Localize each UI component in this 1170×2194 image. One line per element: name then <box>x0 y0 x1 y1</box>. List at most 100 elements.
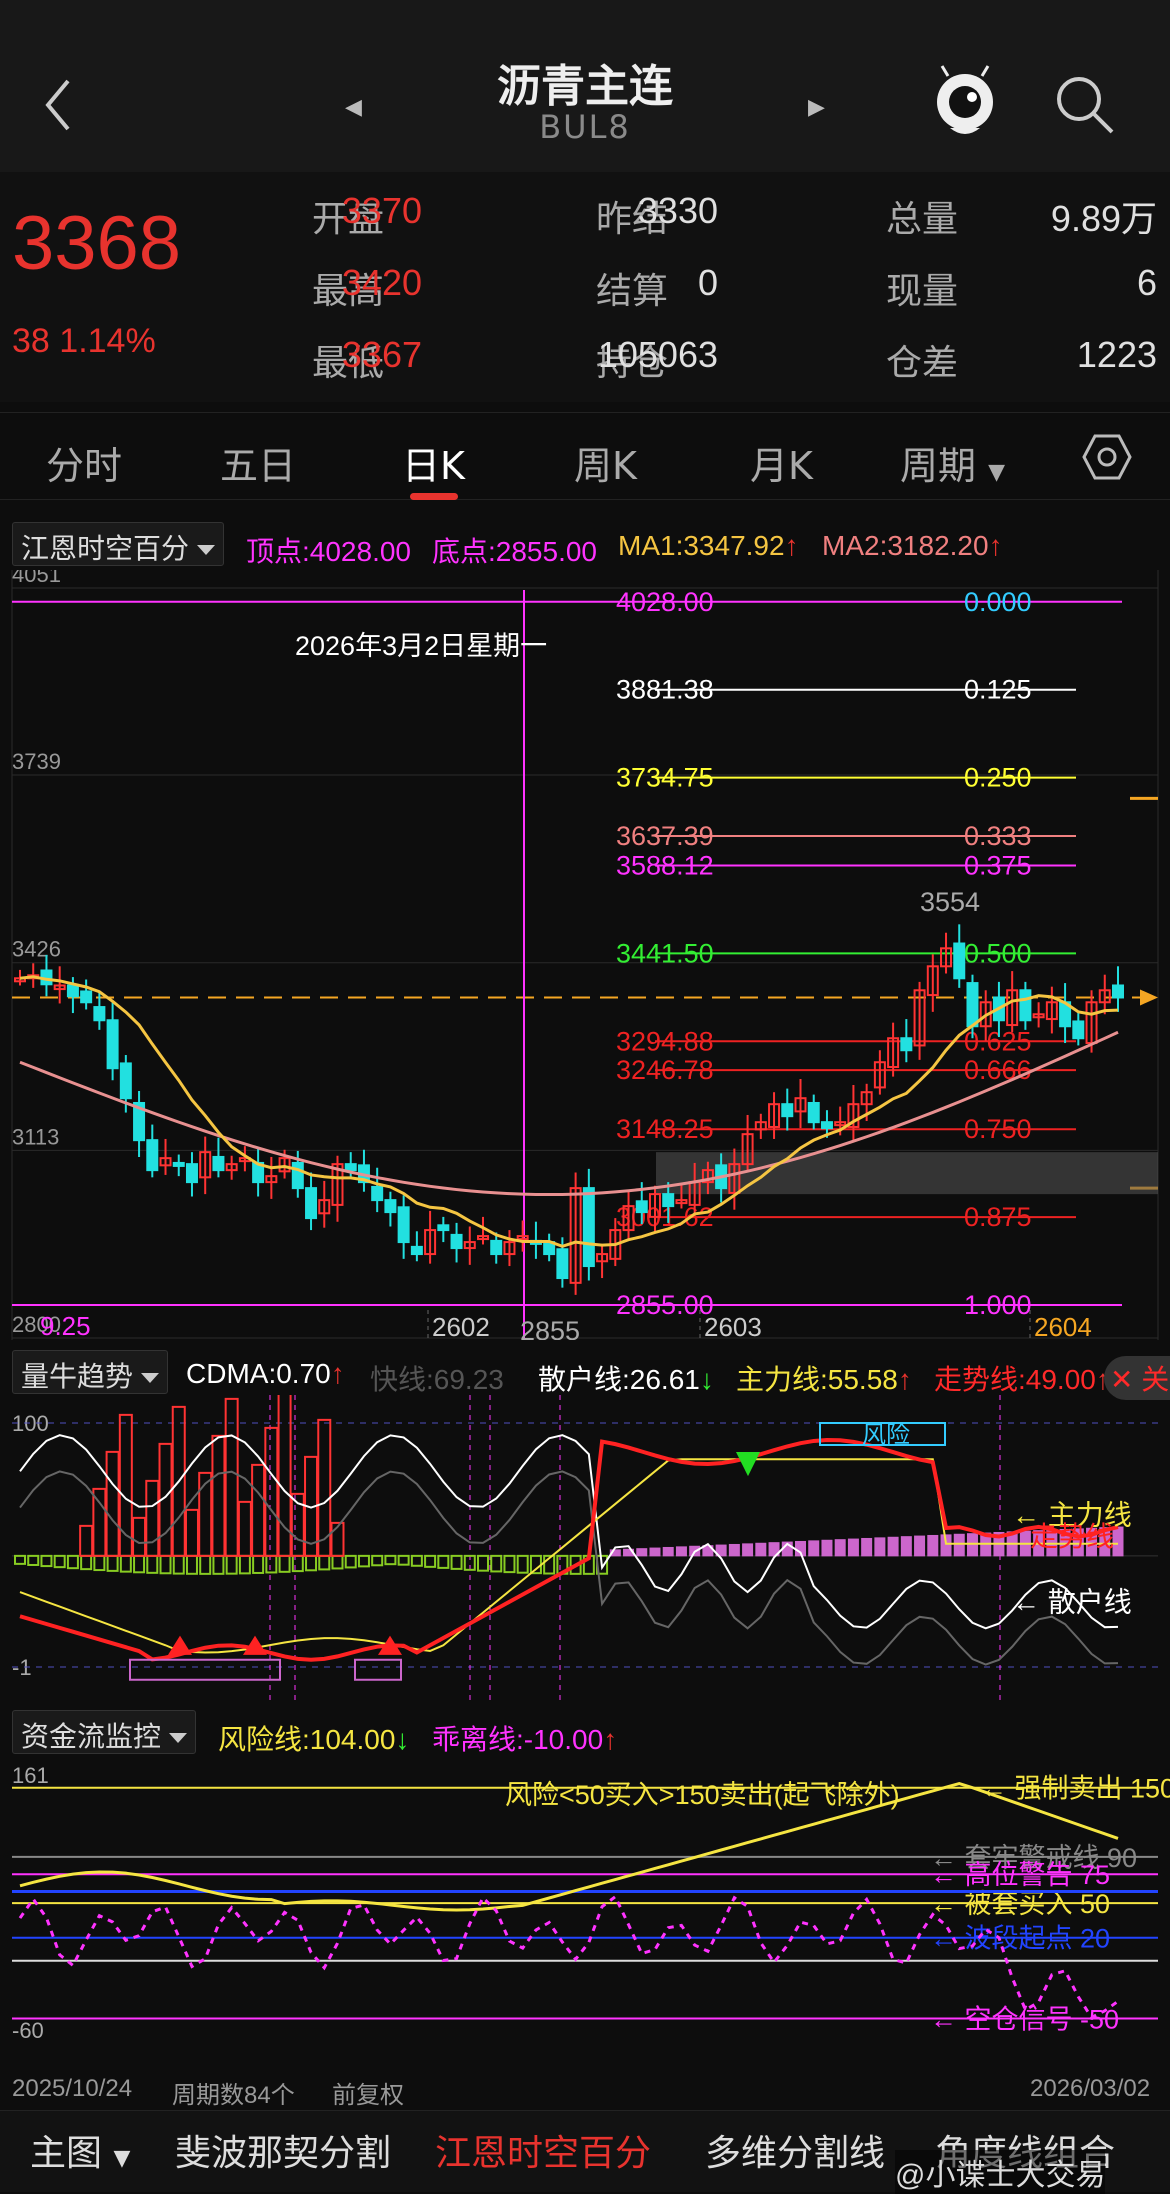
end-date: 2026/03/02 <box>1030 2075 1151 2102</box>
histogram-bar <box>821 1539 833 1557</box>
buy-arrow <box>168 1635 192 1655</box>
candle-body <box>106 1019 119 1070</box>
adjust-mode: 前复权 <box>332 2082 404 2109</box>
fund-chart[interactable]: 161-60← 强制卖出 150← 套牢警戒线 90← 高位警告 75← 被套买… <box>0 1755 1170 2055</box>
start-date: 2025/10/24 <box>12 2075 133 2102</box>
bottom-tab-main[interactable]: 主图 ▼ <box>30 2124 130 2176</box>
gann-level-ratio: 0.666 <box>964 1055 1032 1085</box>
high-marker: 3554 <box>920 887 980 917</box>
mascot-icon[interactable] <box>930 62 1000 142</box>
histogram-bar <box>53 1554 66 1569</box>
tab-five-day[interactable]: 五日 <box>220 435 296 490</box>
axis-label: 3113 <box>12 1124 59 1149</box>
reference-label: ← 高位警告 75 <box>930 1860 1110 1890</box>
gann-level-ratio: 1.000 <box>964 1290 1032 1320</box>
retail-line-label: 散户线:26.61↓ <box>538 1364 714 1395</box>
histogram-bar <box>887 1536 899 1557</box>
price-change: 38 1.14% <box>12 322 156 360</box>
candle-body <box>212 1155 225 1172</box>
candle-body <box>344 1163 357 1172</box>
candle-body <box>146 1139 159 1172</box>
histogram-bar <box>172 1554 185 1575</box>
candle-body <box>66 984 79 998</box>
axis-label: 4051 <box>12 570 61 587</box>
next-contract-icon[interactable]: ▶ <box>808 95 825 120</box>
volume-bar <box>145 1479 160 1557</box>
tab-intraday[interactable]: 分时 <box>46 435 122 490</box>
histogram-bar <box>900 1536 912 1557</box>
histogram-bar <box>27 1554 40 1566</box>
histogram-bar <box>755 1542 767 1557</box>
histogram-bar <box>914 1535 926 1557</box>
histogram-bar <box>424 1554 437 1568</box>
histogram-bar <box>14 1554 26 1565</box>
quote-value: 6 <box>1136 262 1157 303</box>
gann-level-ratio: 0.625 <box>964 1026 1032 1056</box>
quote-label: 总量 <box>886 199 959 240</box>
fund-indicator-select[interactable]: 资金流监控 <box>12 1710 197 1754</box>
follow-button[interactable]: ✕ 关注 <box>1104 1356 1170 1400</box>
histogram-bar <box>291 1554 304 1573</box>
trend-line-label: 走势线:49.00↑ <box>934 1364 1110 1395</box>
signal-box <box>354 1658 402 1681</box>
histogram-bar <box>808 1540 820 1557</box>
tab-daily-k[interactable]: 日K <box>402 435 465 490</box>
histogram-bar <box>66 1554 79 1570</box>
trend-indicator-select[interactable]: 量牛趋势 <box>12 1350 169 1394</box>
candle-body <box>119 1062 132 1100</box>
gann-level-ratio: 0.333 <box>964 821 1032 851</box>
main-indicator-select[interactable]: 江恩时空百分 <box>12 522 225 566</box>
axis-label: 3739 <box>12 749 61 774</box>
last-price: 3368 <box>12 201 182 286</box>
gann-level-price: 4028.00 <box>616 587 714 617</box>
histogram-bar <box>728 1543 740 1557</box>
tab-weekly-k[interactable]: 周K <box>574 435 637 490</box>
histogram-bar <box>305 1554 318 1572</box>
reference-label: ← 空仓信号 -50 <box>930 2004 1119 2034</box>
tab-period[interactable]: 周期 ▼ <box>900 435 1005 490</box>
candle-body <box>410 1245 423 1256</box>
sell-arrow <box>736 1451 760 1477</box>
gann-level-ratio: 0.500 <box>964 938 1032 968</box>
histogram-bar <box>927 1534 939 1557</box>
quote-label: 仓差 <box>886 343 959 384</box>
month-label: 2602 <box>432 1312 490 1340</box>
histogram-bar <box>384 1554 397 1566</box>
volume-bar <box>184 1508 199 1557</box>
prev-contract-icon[interactable]: ◀ <box>345 95 362 120</box>
reference-label: ← 波段起点 20 <box>930 1924 1110 1954</box>
cdma-label: CDMA:0.70↑ <box>186 1358 345 1389</box>
volume-bar <box>237 1500 252 1557</box>
gann-level-price: 2855.00 <box>616 1290 714 1320</box>
trend-chart[interactable]: 100-1风险← 主力线走势线← 散户线 <box>0 1395 1170 1705</box>
search-icon[interactable] <box>1052 72 1116 136</box>
candle-body <box>1072 1020 1085 1040</box>
tab-monthly-k[interactable]: 月K <box>750 435 813 490</box>
histogram-bar <box>834 1539 846 1557</box>
reference-label: ← 被套买入 50 <box>930 1889 1110 1919</box>
histogram-bar <box>344 1554 357 1569</box>
month-label: 2603 <box>704 1312 762 1340</box>
histogram-bar <box>93 1554 106 1572</box>
risk-line-label: 风险线:104.00↓ <box>218 1724 410 1755</box>
histogram-bar <box>357 1554 370 1568</box>
bottom-tab-fibonacci[interactable]: 斐波那契分割 <box>175 2124 391 2176</box>
candle-body <box>1112 984 1124 999</box>
bottom-tab-gann[interactable]: 江恩时空百分 <box>435 2124 651 2176</box>
candle-body <box>781 1103 794 1118</box>
histogram-bar <box>371 1554 384 1567</box>
histogram-bar <box>199 1554 212 1575</box>
settings-icon[interactable] <box>1082 432 1132 482</box>
low-marker: 2855 <box>520 1316 580 1340</box>
current-price-marker <box>1140 989 1158 1006</box>
kline-chart[interactable]: 405137393426311328004028.00 0.0003881.38 0… <box>0 570 1170 1340</box>
candle-body <box>953 942 966 980</box>
histogram-bar <box>265 1554 278 1574</box>
gann-level-price: 3246.78 <box>616 1055 714 1085</box>
period-count: 周期数84个 <box>172 2082 295 2109</box>
bottom-tab-multi-split[interactable]: 多维分割线 <box>705 2124 885 2176</box>
gann-level-price: 3148.25 <box>616 1114 714 1144</box>
volume-bar <box>132 1516 147 1557</box>
axis-label: 161 <box>12 1763 49 1788</box>
histogram-bar <box>146 1554 159 1574</box>
